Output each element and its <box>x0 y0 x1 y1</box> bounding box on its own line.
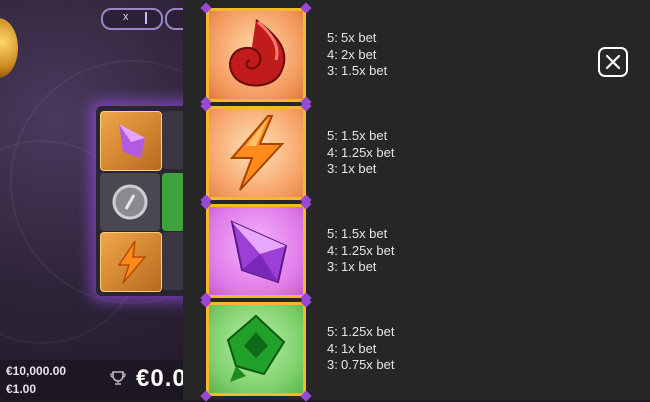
symbol-tile-red-flame <box>200 2 312 108</box>
coin-decoration-icon <box>0 18 18 78</box>
pay-value: 0.75x bet <box>341 357 395 372</box>
purple-crystal-icon <box>119 124 145 158</box>
pay-count: 4: <box>327 46 338 62</box>
reel-cell <box>162 111 185 169</box>
green-gem-symbol-icon <box>226 314 286 382</box>
balance-value: €10,000.00 <box>6 364 67 378</box>
close-button[interactable] <box>598 47 628 77</box>
orange-lightning-symbol-icon <box>229 115 285 191</box>
pay-row: 3: 0.75x bet <box>327 357 395 374</box>
symbol-tile-green-gem <box>200 296 312 402</box>
pay-row: 3: 1x bet <box>327 161 395 178</box>
pay-row: 5: 1.25x bet <box>327 324 395 341</box>
silver-coin-icon <box>112 184 148 220</box>
pay-row: 5: 1.5x bet <box>327 128 395 145</box>
close-icon <box>605 54 621 70</box>
trophy-icon <box>110 371 126 385</box>
reel-grid <box>96 106 185 296</box>
multiplier-bar <box>145 12 147 24</box>
pay-row: 5: 5x bet <box>327 30 387 47</box>
pay-row: 3: 1x bet <box>327 259 395 276</box>
symbol-tile-purple-crystal <box>200 198 312 304</box>
paytable-values-red-flame: 5: 5x bet 4: 2x bet 3: 1.5x bet <box>327 30 387 80</box>
pay-value: 1.5x bet <box>341 128 388 143</box>
pay-row: 4: 1.25x bet <box>327 145 395 162</box>
bet-value: €1.00 <box>6 382 37 396</box>
pay-row: 4: 2x bet <box>327 47 387 64</box>
reel-cell-coin <box>100 173 160 231</box>
multiplier-label: x <box>123 11 129 23</box>
pay-count: 4: <box>327 340 338 356</box>
paytable-panel: 5: 5x bet 4: 2x bet 3: 1.5x bet 5: 1.5x bet … <box>183 0 650 402</box>
multiplier-indicator: x <box>101 8 163 30</box>
pay-value: 5x bet <box>341 30 377 45</box>
game-background: x €10,000.00 €1.00 €0.0 <box>0 0 185 400</box>
pay-value: 1x bet <box>341 259 377 274</box>
pay-count: 5: <box>327 324 338 339</box>
lightning-icon <box>117 240 147 284</box>
pay-value: 1.25x bet <box>341 242 395 258</box>
pay-count: 4: <box>327 242 338 258</box>
paytable-values-green-gem: 5: 1.25x bet 4: 1x bet 3: 0.75x bet <box>327 324 395 374</box>
pay-count: 5: <box>327 128 338 143</box>
pay-count: 3: <box>327 357 338 372</box>
pay-value: 1.5x bet <box>341 63 388 78</box>
pay-count: 3: <box>327 63 338 78</box>
paytable-values-orange-lightning: 5: 1.5x bet 4: 1.25x bet 3: 1x bet <box>327 128 395 178</box>
pay-value: 1x bet <box>341 161 377 176</box>
red-flame-symbol-icon <box>229 19 286 87</box>
paytable-values-purple-crystal: 5: 1.5x bet 4: 1.25x bet 3: 1x bet <box>327 226 395 276</box>
pay-row: 4: 1x bet <box>327 341 395 358</box>
pay-value: 2x bet <box>341 46 377 62</box>
pay-count: 4: <box>327 144 338 160</box>
pay-count: 3: <box>327 161 338 176</box>
pay-value: 1x bet <box>341 340 377 356</box>
reel-cell-lightning <box>100 232 162 292</box>
reel-cell-green <box>162 173 185 231</box>
reel-cell-crystal <box>100 111 162 171</box>
pay-row: 5: 1.5x bet <box>327 226 395 243</box>
pay-count: 3: <box>327 259 338 274</box>
pay-value: 1.25x bet <box>341 324 395 339</box>
win-value: €0.00 <box>136 365 185 392</box>
pay-count: 5: <box>327 30 338 45</box>
pay-value: 1.5x bet <box>341 226 388 241</box>
symbol-tile-orange-lightning <box>200 100 312 206</box>
pay-row: 4: 1.25x bet <box>327 243 395 260</box>
pay-count: 5: <box>327 226 338 241</box>
pay-value: 1.25x bet <box>341 144 395 160</box>
multiplier-indicator-secondary <box>165 8 185 30</box>
reel-cell <box>162 232 185 290</box>
pay-row: 3: 1.5x bet <box>327 63 387 80</box>
purple-crystal-symbol-icon <box>230 220 288 284</box>
